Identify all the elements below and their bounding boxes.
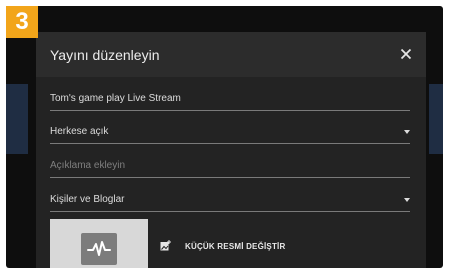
dropdown-caret-icon (404, 198, 410, 202)
step-number-badge: 3 (6, 6, 38, 38)
stream-title-field[interactable]: Tom's game play Live Stream (50, 82, 410, 111)
background-panel-right (429, 84, 443, 154)
category-select[interactable]: Kişiler ve Bloglar (50, 183, 410, 212)
frame: Yayını düzenleyin Tom's game play Live S… (0, 0, 449, 274)
image-add-icon (160, 240, 171, 251)
thumbnail-tile (81, 233, 117, 265)
close-icon (400, 48, 412, 60)
stream-title-value: Tom's game play Live Stream (50, 93, 181, 104)
category-value: Kişiler ve Bloglar (50, 194, 125, 205)
dropdown-caret-icon (404, 130, 410, 134)
description-field[interactable]: Açıklama ekleyin (50, 149, 410, 178)
change-thumbnail-label: KÜÇÜK RESMİ DEĞİŞTİR (185, 242, 286, 251)
privacy-select[interactable]: Herkese açık (50, 115, 410, 144)
screen: Yayını düzenleyin Tom's game play Live S… (6, 6, 443, 268)
description-placeholder: Açıklama ekleyin (50, 160, 126, 171)
waveform-icon (87, 241, 111, 256)
edit-stream-dialog: Yayını düzenleyin Tom's game play Live S… (36, 32, 426, 268)
background-panel-left (6, 84, 28, 154)
dialog-title: Yayını düzenleyin (50, 47, 160, 63)
privacy-value: Herkese açık (50, 126, 109, 137)
dialog-header: Yayını düzenleyin (36, 32, 426, 77)
close-button[interactable] (396, 44, 416, 64)
thumbnail-preview (50, 219, 148, 268)
